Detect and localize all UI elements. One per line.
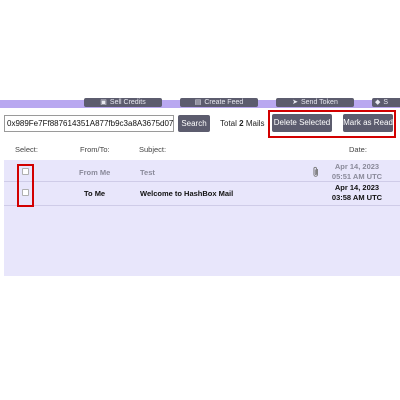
checkbox-column-highlight xyxy=(17,164,34,207)
total-suffix: Mails xyxy=(245,119,265,128)
mail-subject: Welcome to HashBox Mail xyxy=(140,189,234,198)
mail-date-time: 03:58 AM UTC xyxy=(331,193,383,202)
sell-credits-label: Sell Credits xyxy=(109,99,146,106)
toolbar-partial-label: S xyxy=(383,99,389,106)
send-token-label: Send Token xyxy=(301,99,338,106)
row-divider xyxy=(4,181,400,182)
total-prefix: Total xyxy=(220,119,237,128)
send-icon: ➤ xyxy=(292,99,298,106)
column-header-from-to: From/To: xyxy=(80,145,110,154)
credits-icon: ▣ xyxy=(100,99,107,106)
mail-date: Apr 14, 2023 03:58 AM UTC xyxy=(330,183,384,203)
row-divider xyxy=(4,205,400,206)
mail-date: Apr 14, 2023 05:51 AM UTC xyxy=(330,162,384,182)
search-button[interactable]: Search xyxy=(178,115,210,132)
create-feed-button[interactable]: ▤ Create Feed xyxy=(180,98,258,107)
create-feed-label: Create Feed xyxy=(204,99,244,106)
mail-date-day: Apr 14, 2023 xyxy=(334,162,380,171)
toolbar-partial-icon: ◆ xyxy=(375,99,381,106)
sell-credits-button[interactable]: ▣ Sell Credits xyxy=(84,98,162,107)
mark-as-read-button[interactable]: Mark as Read xyxy=(343,114,393,132)
mail-subject: Test xyxy=(140,168,155,177)
mail-from-to: To Me xyxy=(84,189,106,198)
delete-selected-button[interactable]: Delete Selected xyxy=(272,114,332,132)
send-token-button[interactable]: ➤ Send Token xyxy=(276,98,354,107)
mail-from-to: From Me xyxy=(79,168,111,177)
column-header-select: Select: xyxy=(15,145,38,154)
feed-icon: ▤ xyxy=(194,99,202,106)
mail-date-day: Apr 14, 2023 xyxy=(334,183,380,192)
address-search-input[interactable]: 0x989Fe7Ff887614351A877fb9c3a8A3675d07DB… xyxy=(4,115,174,132)
column-header-subject: Subject: xyxy=(139,145,167,154)
total-count: 2 xyxy=(239,119,244,128)
toolbar-partial-button[interactable]: ◆ S xyxy=(372,98,400,107)
attachment-paperclip-icon xyxy=(313,166,318,177)
total-mails-count: Total 2 Mails xyxy=(220,119,265,128)
column-header-date: Date: xyxy=(349,145,367,154)
